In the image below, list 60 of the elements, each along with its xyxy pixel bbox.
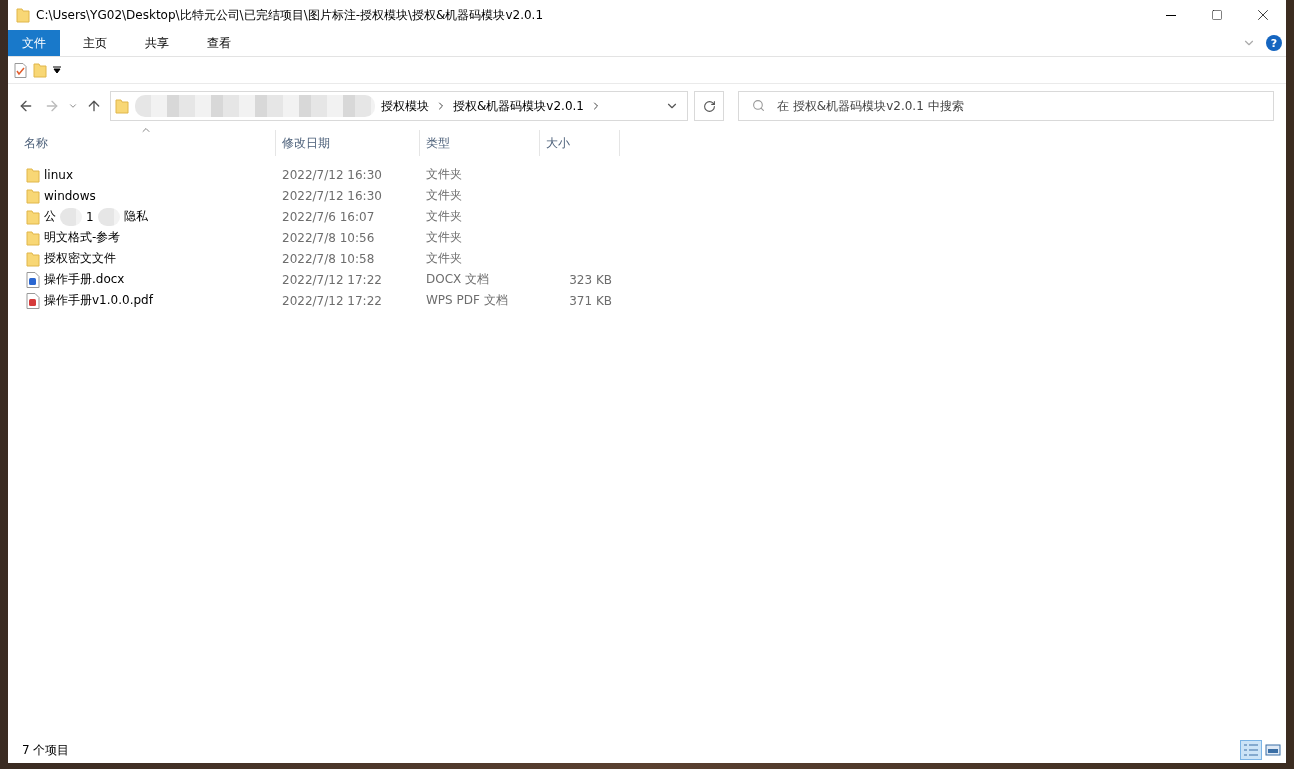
type-cell-text: 文件夹 — [425, 229, 463, 246]
folder-icon — [115, 98, 129, 114]
maximize-icon — [1211, 9, 1223, 21]
pdf-document-icon — [26, 292, 40, 309]
file-name[interactable]: linux — [44, 167, 73, 182]
type-cell-text: 文件夹 — [425, 208, 463, 225]
refresh-icon — [702, 99, 716, 113]
type-cell-text: 文件夹 — [425, 250, 463, 267]
date-cell-text: 2022/7/6 16:07 — [281, 209, 376, 224]
ribbon-tab[interactable]: 文件 — [8, 30, 60, 56]
type-cell-text: WPS PDF 文档 — [425, 292, 509, 309]
window-title: C:\Users\YG02\Desktop\比特元公司\已完结项目\图片标注-授权模块\授权&机器码模块v2.0.1 — [36, 6, 545, 24]
help-icon[interactable]: ? — [1266, 35, 1282, 51]
properties-icon[interactable] — [14, 62, 27, 78]
date-cell-text: 2022/7/8 10:56 — [281, 230, 376, 245]
file-name[interactable]: 操作手册.docx — [44, 271, 125, 288]
search-icon — [752, 99, 765, 112]
folder-icon — [26, 250, 40, 267]
blurred-text — [60, 207, 82, 226]
folder-icon — [16, 7, 30, 23]
date-cell-text: 2022/7/12 16:30 — [281, 167, 383, 182]
folder-icon — [26, 166, 40, 183]
file-name[interactable]: 授权密文文件 — [44, 250, 116, 267]
breadcrumb[interactable]: 授权模块 — [381, 97, 429, 115]
file-name[interactable]: 隐私 — [123, 208, 148, 225]
file-name[interactable]: 1 — [86, 209, 94, 224]
date-cell-text: 2022/7/12 17:22 — [281, 293, 383, 308]
address-bar[interactable]: 授权模块 授权&机器码模块v2.0.1 — [110, 91, 688, 121]
item-count: 7 个项目 — [22, 741, 70, 759]
folder-icon — [26, 187, 40, 204]
date-cell-text: 2022/7/8 10:58 — [281, 251, 376, 266]
folder-icon — [26, 208, 40, 225]
column-header[interactable]: 大小 — [540, 130, 620, 156]
recent-locations-icon[interactable] — [68, 101, 78, 111]
breadcrumb[interactable]: 授权&机器码模块v2.0.1 — [453, 97, 584, 115]
column-header[interactable]: 修改日期 — [276, 130, 420, 156]
ribbon-tab[interactable]: 查看 — [192, 30, 246, 56]
type-cell-text: 文件夹 — [425, 187, 463, 204]
file-name[interactable]: 操作手册v1.0.0.pdf — [44, 292, 153, 309]
file-name[interactable]: windows — [44, 188, 96, 203]
ribbon-tab[interactable]: 共享 — [130, 30, 184, 56]
column-header[interactable]: 类型 — [420, 130, 540, 156]
size-cell-text: 371 KB — [568, 293, 613, 308]
column-header[interactable]: 名称 — [18, 130, 276, 156]
customize-toolbar-icon[interactable] — [53, 66, 61, 74]
file-name[interactable]: 公 — [44, 208, 56, 225]
folder-icon — [26, 229, 40, 246]
blurred-text — [97, 207, 120, 226]
search-field[interactable]: 在 授权&机器码模块v2.0.1 中搜索 — [738, 91, 1274, 121]
minimize-icon — [1166, 14, 1176, 16]
word-document-icon — [26, 271, 40, 288]
file-name[interactable]: 明文格式-参考 — [44, 229, 121, 246]
refresh-button[interactable] — [694, 91, 724, 121]
size-cell-text: 323 KB — [568, 272, 613, 287]
date-cell-text: 2022/7/12 17:22 — [281, 272, 383, 287]
type-cell-text: 文件夹 — [425, 166, 463, 183]
new-folder-icon — [33, 62, 47, 78]
ribbon-tab[interactable]: 主页 — [68, 30, 122, 56]
date-cell-text: 2022/7/12 16:30 — [281, 188, 383, 203]
type-cell-text: DOCX 文档 — [425, 271, 491, 288]
